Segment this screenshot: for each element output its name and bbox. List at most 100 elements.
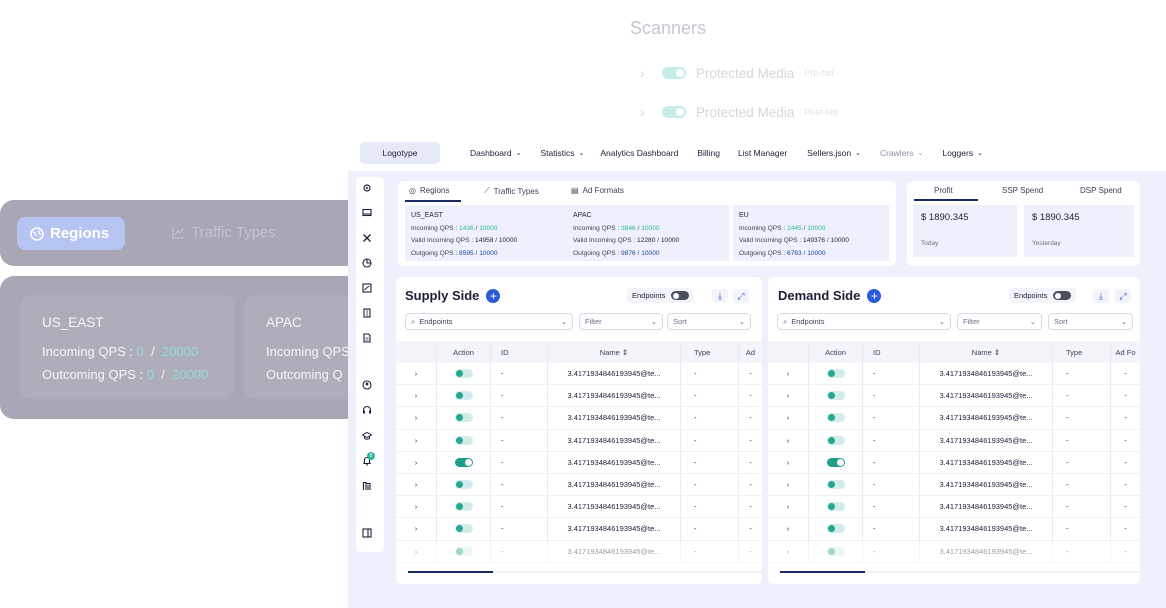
table-row[interactable]: › -3.4171934846193945@te... - - (768, 473, 1140, 497)
col-ad[interactable]: Ad (739, 341, 762, 363)
table-row[interactable]: › -3.4171934846193945@te... - - (396, 385, 762, 408)
expand-row-icon[interactable]: › (396, 540, 437, 562)
logo[interactable]: Logotype (360, 142, 440, 164)
nav-statistics[interactable]: Statistics ⌄ (540, 148, 584, 158)
table-row[interactable]: › -3.4171934846193945@te... - - (396, 496, 762, 519)
endpoints-toggle-group[interactable]: Endpoints (1009, 288, 1077, 303)
expand-icon[interactable]: ⤢ (1115, 289, 1131, 303)
expand-row-icon[interactable]: › (396, 407, 437, 429)
expand-row-icon[interactable]: › (768, 429, 809, 451)
horizontal-scrollbar[interactable] (780, 571, 1140, 573)
expand-row-icon[interactable]: › (768, 496, 809, 518)
tab-dsp-spend[interactable]: DSP Spend (1080, 186, 1122, 195)
col-id[interactable]: ID (863, 341, 920, 363)
row-status-toggle[interactable] (454, 546, 473, 556)
row-status-toggle[interactable] (454, 413, 473, 423)
tab-regions[interactable]: ◎ Regions (409, 186, 449, 195)
table-row[interactable]: › -3.4171934846193945@te... - - (396, 518, 762, 541)
expand-row-icon[interactable]: › (768, 451, 809, 473)
row-status-toggle[interactable] (826, 391, 845, 401)
endpoints-toggle-group[interactable]: Endpoints (627, 288, 695, 303)
building-icon[interactable] (361, 307, 373, 319)
expand-row-icon[interactable]: › (396, 473, 437, 496)
table-row[interactable]: › -3.4171934846193945@te... - - (768, 363, 1140, 386)
sort-icon[interactable]: ⇕ (622, 348, 628, 357)
row-status-toggle[interactable] (826, 502, 845, 512)
pie-chart-icon[interactable] (361, 257, 373, 269)
table-row[interactable]: › -3.4171934846193945@te... - - (768, 451, 1140, 474)
zoom-tab-traffic-types[interactable]: Traffic Types (172, 224, 276, 241)
row-status-toggle[interactable] (454, 502, 473, 512)
user-icon[interactable] (361, 379, 373, 391)
endpoints-select[interactable]: ⌕ Endpoints ⌄ (777, 313, 951, 330)
table-row[interactable]: › -3.4171934846193945@te... - - (396, 473, 762, 497)
expand-row-icon[interactable]: › (396, 451, 437, 473)
panel-toggle-icon[interactable] (361, 527, 373, 539)
library-icon[interactable] (361, 480, 373, 492)
endpoints-toggle[interactable] (1053, 291, 1072, 300)
scrollbar-thumb[interactable] (408, 571, 493, 573)
expand-row-icon[interactable]: › (396, 429, 437, 451)
table-row[interactable]: › -3.4171934846193945@te... - - (768, 385, 1140, 408)
table-row[interactable]: › -3.4171934846193945@te... - - (396, 429, 762, 452)
expand-row-icon[interactable]: › (396, 518, 437, 540)
scrollbar-thumb[interactable] (780, 571, 865, 573)
table-row[interactable]: › -3.4171934846193945@te... - - (768, 407, 1140, 430)
row-status-toggle[interactable] (826, 524, 845, 534)
row-status-toggle[interactable] (454, 369, 473, 379)
row-status-toggle[interactable] (826, 480, 845, 490)
nav-sellers-json[interactable]: Sellers.json ⌄ (807, 148, 861, 158)
chevron-right-icon[interactable]: › (640, 65, 652, 81)
col-type[interactable]: Type (1053, 341, 1111, 363)
add-demand-button[interactable]: + (867, 288, 882, 303)
expand-icon[interactable]: ⤢ (733, 289, 749, 303)
nav-dashboard[interactable]: Dashboard ⌄ (470, 148, 521, 158)
table-row[interactable]: › -3.4171934846193945@te... - - (396, 363, 762, 386)
table-row[interactable]: › -3.4171934846193945@te... - - (768, 429, 1140, 452)
table-row[interactable]: › -3.4171934846193945@te... - - (768, 540, 1140, 563)
col-ad[interactable]: Ad Fo (1111, 341, 1140, 363)
row-status-toggle[interactable] (454, 480, 473, 490)
tab-traffic-types[interactable]: ⟋ Traffic Types (484, 186, 539, 196)
tools-icon[interactable] (361, 232, 373, 244)
tab-ad-formats[interactable]: ▤ Ad Formats (571, 186, 624, 195)
sort-select[interactable]: Sort ⌄ (1048, 313, 1133, 330)
tab-profit[interactable]: Profit (934, 186, 953, 195)
table-row[interactable]: › -3.4171934846193945@te... - - (396, 540, 762, 563)
gear-icon[interactable] (361, 182, 373, 194)
monitor-icon[interactable] (361, 207, 373, 219)
row-status-toggle[interactable] (826, 546, 845, 556)
scanner-toggle[interactable] (662, 106, 686, 118)
nav-billing[interactable]: Billing (697, 148, 720, 158)
zoom-tab-regions[interactable]: Regions (17, 217, 125, 250)
expand-row-icon[interactable]: › (396, 385, 437, 407)
filter-select[interactable]: Filter ⌄ (957, 313, 1042, 330)
add-supply-button[interactable]: + (486, 288, 501, 303)
row-status-toggle[interactable] (454, 435, 473, 445)
col-name[interactable]: Name ⇕ (920, 341, 1053, 363)
table-row[interactable]: › -3.4171934846193945@te... - - (768, 496, 1140, 519)
expand-row-icon[interactable]: › (768, 473, 809, 496)
expand-row-icon[interactable]: › (768, 363, 809, 385)
sort-select[interactable]: Sort ⌄ (667, 313, 751, 330)
scanner-row[interactable]: › Protected Media Post-bid (640, 102, 837, 122)
row-status-toggle[interactable] (826, 369, 845, 379)
expand-row-icon[interactable]: › (768, 407, 809, 429)
expand-row-icon[interactable]: › (396, 496, 437, 518)
table-row[interactable]: › -3.4171934846193945@te... - - (396, 451, 762, 474)
nav-crawlers[interactable]: Crawlers ⌄ (880, 148, 923, 158)
tab-ssp-spend[interactable]: SSP Spend (1002, 186, 1043, 195)
expand-row-icon[interactable]: › (768, 540, 809, 562)
scanner-row[interactable]: › Protected Media Pre-bid (640, 63, 833, 83)
headset-icon[interactable] (361, 404, 373, 416)
horizontal-scrollbar[interactable] (408, 571, 762, 573)
endpoints-select[interactable]: ⌕ Endpoints ⌄ (405, 313, 573, 330)
row-status-toggle[interactable] (826, 457, 845, 467)
col-name[interactable]: Name ⇕ (548, 341, 681, 363)
expand-row-icon[interactable]: › (768, 385, 809, 407)
download-icon[interactable]: ⤓ (1093, 289, 1109, 303)
filter-select[interactable]: Filter ⌄ (579, 313, 663, 330)
chevron-right-icon[interactable]: › (640, 104, 652, 120)
graduation-cap-icon[interactable] (361, 430, 373, 442)
sort-icon[interactable]: ⇕ (994, 348, 1000, 357)
